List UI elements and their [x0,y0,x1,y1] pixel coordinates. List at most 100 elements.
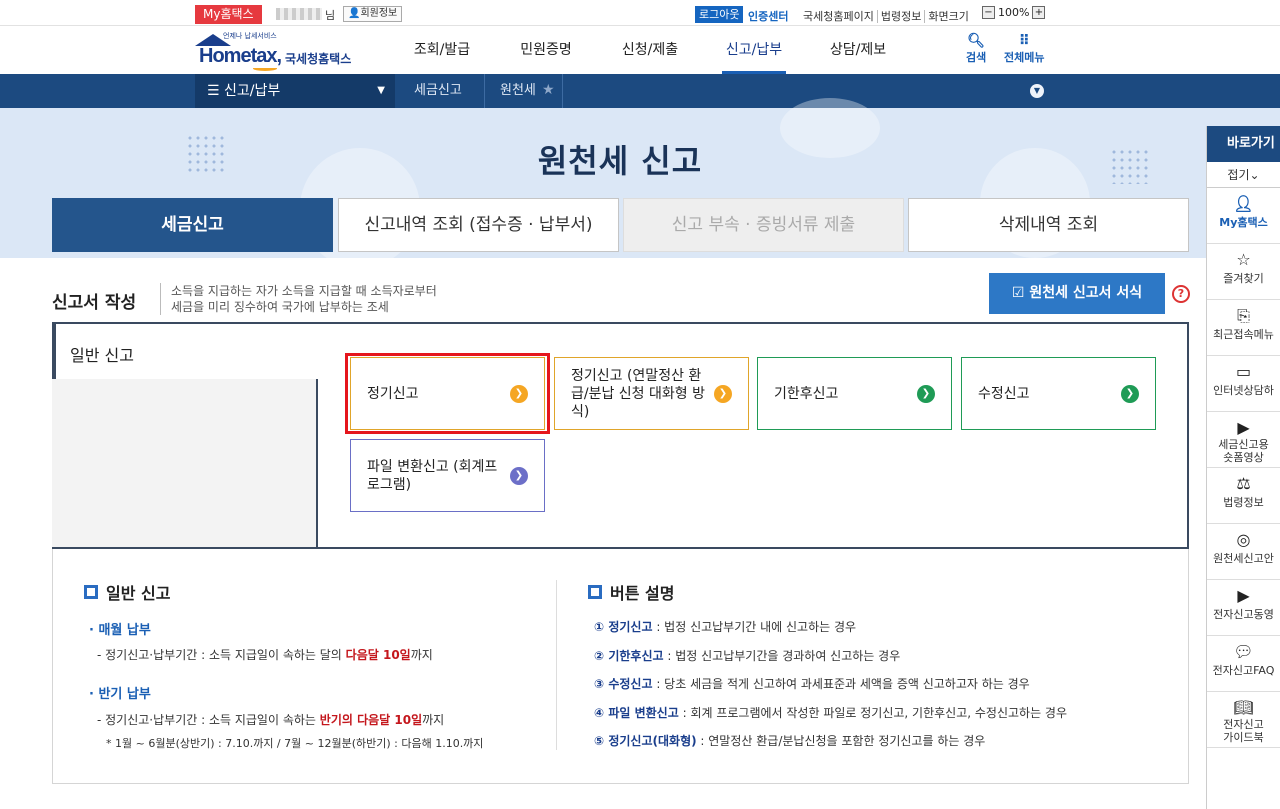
zoom-control: − 100% + [982,6,1046,19]
button-desc-1: ① 정기신고 : 법정 신고납부기간 내에 신고하는 경우 [594,618,856,635]
quick-recent-menu[interactable]: ⎘ 최근접속메뉴 [1207,300,1280,356]
withholding-form-label: 원천세 신고서 서식 [1029,285,1143,301]
quick-efiling-faq[interactable]: 💬︎ 전자신고FAQ [1207,636,1280,692]
file-conversion-report-button[interactable]: 파일 변환신고 (회계프로그램) ❯ [350,439,545,512]
favorite-star-icon[interactable]: ★ [542,74,555,106]
button-desc-2: ② 기한후신고 : 법정 신고납부기간을 경과하여 신고하는 경우 [594,647,900,664]
amended-report-button[interactable]: 수정신고 ❯ [961,357,1156,430]
button-desc-text: : 법정 신고납부기간을 경과하여 신고하는 경우 [663,649,901,663]
half-period: - 정기신고·납부기간 : 소득 지급일이 속하는 반기의 다음달 10일까지 [97,711,444,728]
option-label: 정기신고 (연말정산 환급/분납 신청 대화형 방식) [571,367,705,420]
global-nav: 조회/발급 민원증명 신청/제출 신고/납부 상담/제보 [390,27,910,74]
logo-tagline: 언제나 납세서비스 [223,32,277,40]
quick-withholding-guide[interactable]: ◎ 원천세신고안 [1207,524,1280,580]
help-icon[interactable]: ? [1172,285,1190,303]
half-title: · 반기 납부 [89,687,151,702]
gnb-certificate[interactable]: 민원증명 [494,27,598,74]
menu-dropdown-label: 신고/납부 [224,83,281,99]
tab-report-history[interactable]: 신고내역 조회 (접수증 · 납부서) [338,198,619,252]
half-period-pre: - 정기신고·납부기간 : 소득 지급일이 속하는 [97,713,316,727]
star-icon: ☆ [1236,250,1251,269]
logout-button[interactable]: 로그아웃 [695,6,744,23]
gnb-report-pay[interactable]: 신고/납부 [702,27,806,74]
zoom-out-button[interactable]: − [982,6,995,19]
button-desc-name: ② 기한후신고 [594,649,664,663]
gnb-consult[interactable]: 상담/제보 [806,27,910,74]
gnb-lookup[interactable]: 조회/발급 [390,27,494,74]
quick-efiling-video[interactable]: ▶ 전자신고동영 [1207,580,1280,636]
monthly-period-post: 까지 [410,648,433,662]
section-title: 신고서 작성 [52,293,137,313]
gnb-apply[interactable]: 신청/제출 [598,27,702,74]
quick-my-hometax[interactable]: 👤︎ My홈택스 [1207,188,1280,244]
quick-shortform-video[interactable]: ▶ 세금신고용 숏폼영상 [1207,412,1280,468]
button-desc-text: : 법정 신고납부기간 내에 신고하는 경우 [652,620,857,634]
highlight-box [345,353,550,434]
quick-item-label: 전자신고동영 [1213,608,1274,621]
recent-icon: ⎘ [1237,306,1250,325]
tab-tax-report[interactable]: 세금신고 [52,198,333,252]
button-desc-text: : 당초 세금을 적게 신고하여 과세표준과 세액을 증액 신고하고자 하는 경… [652,677,1030,691]
zoom-in-button[interactable]: + [1032,6,1046,19]
option-label: 수정신고 [978,385,1030,402]
late-report-button[interactable]: 기한후신고 ❯ [757,357,952,430]
play-icon: ▶ [1237,586,1250,605]
info-right-heading: 버튼 설명 [588,580,674,604]
law-info-link[interactable]: 법령정보 [876,10,925,23]
logo-swoosh-icon [253,66,277,71]
menu-dropdown[interactable]: ☰ 신고/납부 ▼ [195,74,395,108]
crumb-tax-report[interactable]: 세금신고 [414,74,462,108]
search-button[interactable]: 🔍︎ 검색 [966,33,986,65]
quick-efiling-guidebook[interactable]: 📖︎ 전자신고 가이드북 [1207,692,1280,748]
util-links: 국세청홈페이지 법령정보 화면크기 [800,8,972,24]
caret-down-icon: ▼ [377,85,385,96]
info-right-title: 버튼 설명 [610,584,675,603]
quick-law-info[interactable]: ⚖ 법령정보 [1207,468,1280,524]
square-bullet-icon [588,585,602,599]
search-label: 검색 [966,51,987,64]
filing-type-label: 일반 신고 [70,346,134,365]
hometax-logo[interactable]: 언제나 납세서비스 Hometax, 국세청홈택스 [193,32,363,72]
half-note: * 1월 ~ 6월분(상반기) : 7.10.까지 / 7월 ~ 12월분(하반… [106,737,484,750]
cert-center-link[interactable]: 인증센터 [748,8,788,24]
quick-item-label: 세금신고용 숏폼영상 [1218,438,1269,464]
button-desc-3: ③ 수정신고 : 당초 세금을 적게 신고하여 과세표준과 세액을 증액 신고하… [594,675,1030,692]
quick-item-label: 법령정보 [1223,496,1264,509]
withholding-form-button[interactable]: ☑ 원천세 신고서 서식 [989,273,1165,314]
regular-report-interactive-button[interactable]: 정기신고 (연말정산 환급/분납 신청 대화형 방식) ❯ [554,357,749,430]
quick-item-label: 전자신고 가이드북 [1223,718,1264,744]
nts-homepage-link[interactable]: 국세청홈페이지 [800,10,877,23]
section-description: 소득을 지급하는 자가 소득을 지급할 때 소득자로부터 세금을 미리 징수하여… [160,283,490,315]
button-desc-name: ④ 파일 변환신고 [594,706,679,720]
half-period-deadline: 반기의 다음달 10일 [319,713,423,727]
tab-attach-docs: 신고 부속 · 증빙서류 제출 [623,198,904,252]
half-period-post: 까지 [422,713,445,727]
button-desc-name: ⑤ 정기신고(대화형) [594,734,697,748]
quick-menu: 바로가기 접기⌄ 👤︎ My홈택스 ☆ 즐겨찾기 ⎘ 최근접속메뉴 ▭ 인터넷상담하 ▶… [1206,126,1280,809]
all-menu-button[interactable]: ⠿ 전체메뉴 [1004,33,1044,65]
chevron-right-icon: ❯ [714,385,732,403]
quick-item-label: 인터넷상담하 [1213,384,1274,397]
quick-menu-fold-button[interactable]: 접기⌄ [1207,162,1280,188]
my-hometax-link[interactable]: My홈택스 [195,5,262,24]
chevron-down-icon[interactable]: ▼ [1030,84,1044,98]
crumb-separator [484,74,485,108]
tab-deleted-history[interactable]: 삭제내역 조회 [908,198,1189,252]
monthly-period: - 정기신고·납부기간 : 소득 지급일이 속하는 달의 다음달 10일까지 [97,646,433,663]
chevron-right-icon: ❯ [510,467,528,485]
info-left-title: 일반 신고 [106,584,171,603]
monthly-title: · 매월 납부 [89,623,151,638]
all-menu-label: 전체메뉴 [1004,51,1045,64]
filing-type-tab[interactable]: 일반 신고 [52,322,318,379]
quick-online-consult[interactable]: ▭ 인터넷상담하 [1207,356,1280,412]
quick-item-label: 즐겨찾기 [1223,272,1264,285]
breadcrumb-bar: ☰ 신고/납부 ▼ 세금신고 원천세 ★ ▼ [0,74,1280,108]
quick-favorites[interactable]: ☆ 즐겨찾기 [1207,244,1280,300]
quick-menu-title: 바로가기 [1207,126,1280,162]
option-label: 기한후신고 [774,385,839,402]
member-info-button[interactable]: 👤회원정보 [343,6,403,22]
crumb-withholding[interactable]: 원천세 [500,74,536,108]
logo-text-en: Hometax, [199,45,282,67]
site-header: 언제나 납세서비스 Hometax, 국세청홈택스 조회/발급 민원증명 신청/… [0,27,1280,74]
monthly-period-pre: - 정기신고·납부기간 : 소득 지급일이 속하는 달의 [97,648,342,662]
